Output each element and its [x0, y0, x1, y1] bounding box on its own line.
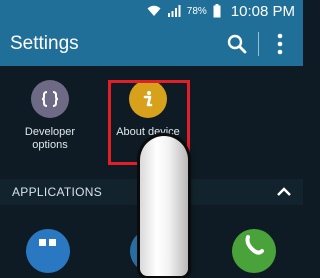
- status-bar: 78% 10:08 PM: [0, 0, 303, 22]
- status-time: 10:08 PM: [230, 2, 295, 20]
- app-bar: Settings: [0, 22, 303, 66]
- developer-options-icon-circle: [31, 80, 69, 118]
- battery-percent: 78%: [186, 5, 207, 17]
- more-options-button[interactable]: [267, 31, 293, 57]
- battery-icon: [213, 4, 221, 18]
- page-title: Settings: [10, 33, 79, 54]
- developer-options-label-line2: options: [32, 139, 68, 151]
- developer-options-label-line1: Developer: [24, 126, 76, 138]
- divider: [258, 32, 259, 56]
- more-vert-icon: [277, 33, 283, 55]
- search-button[interactable]: [224, 31, 250, 57]
- wifi-icon: [147, 5, 161, 17]
- phone-tile[interactable]: [232, 229, 276, 273]
- developer-options-label: Developer options: [6, 126, 94, 152]
- pointing-finger-overlay: [140, 136, 188, 276]
- search-icon: [227, 34, 247, 54]
- code-braces-icon: [41, 91, 59, 107]
- apps-icon: [39, 239, 56, 246]
- apps-tile[interactable]: [26, 229, 70, 273]
- chevron-up-icon[interactable]: [277, 187, 291, 197]
- tile-developer-options[interactable]: Developer options: [6, 80, 94, 152]
- phone-icon: [245, 235, 264, 255]
- signal-icon: [167, 5, 181, 17]
